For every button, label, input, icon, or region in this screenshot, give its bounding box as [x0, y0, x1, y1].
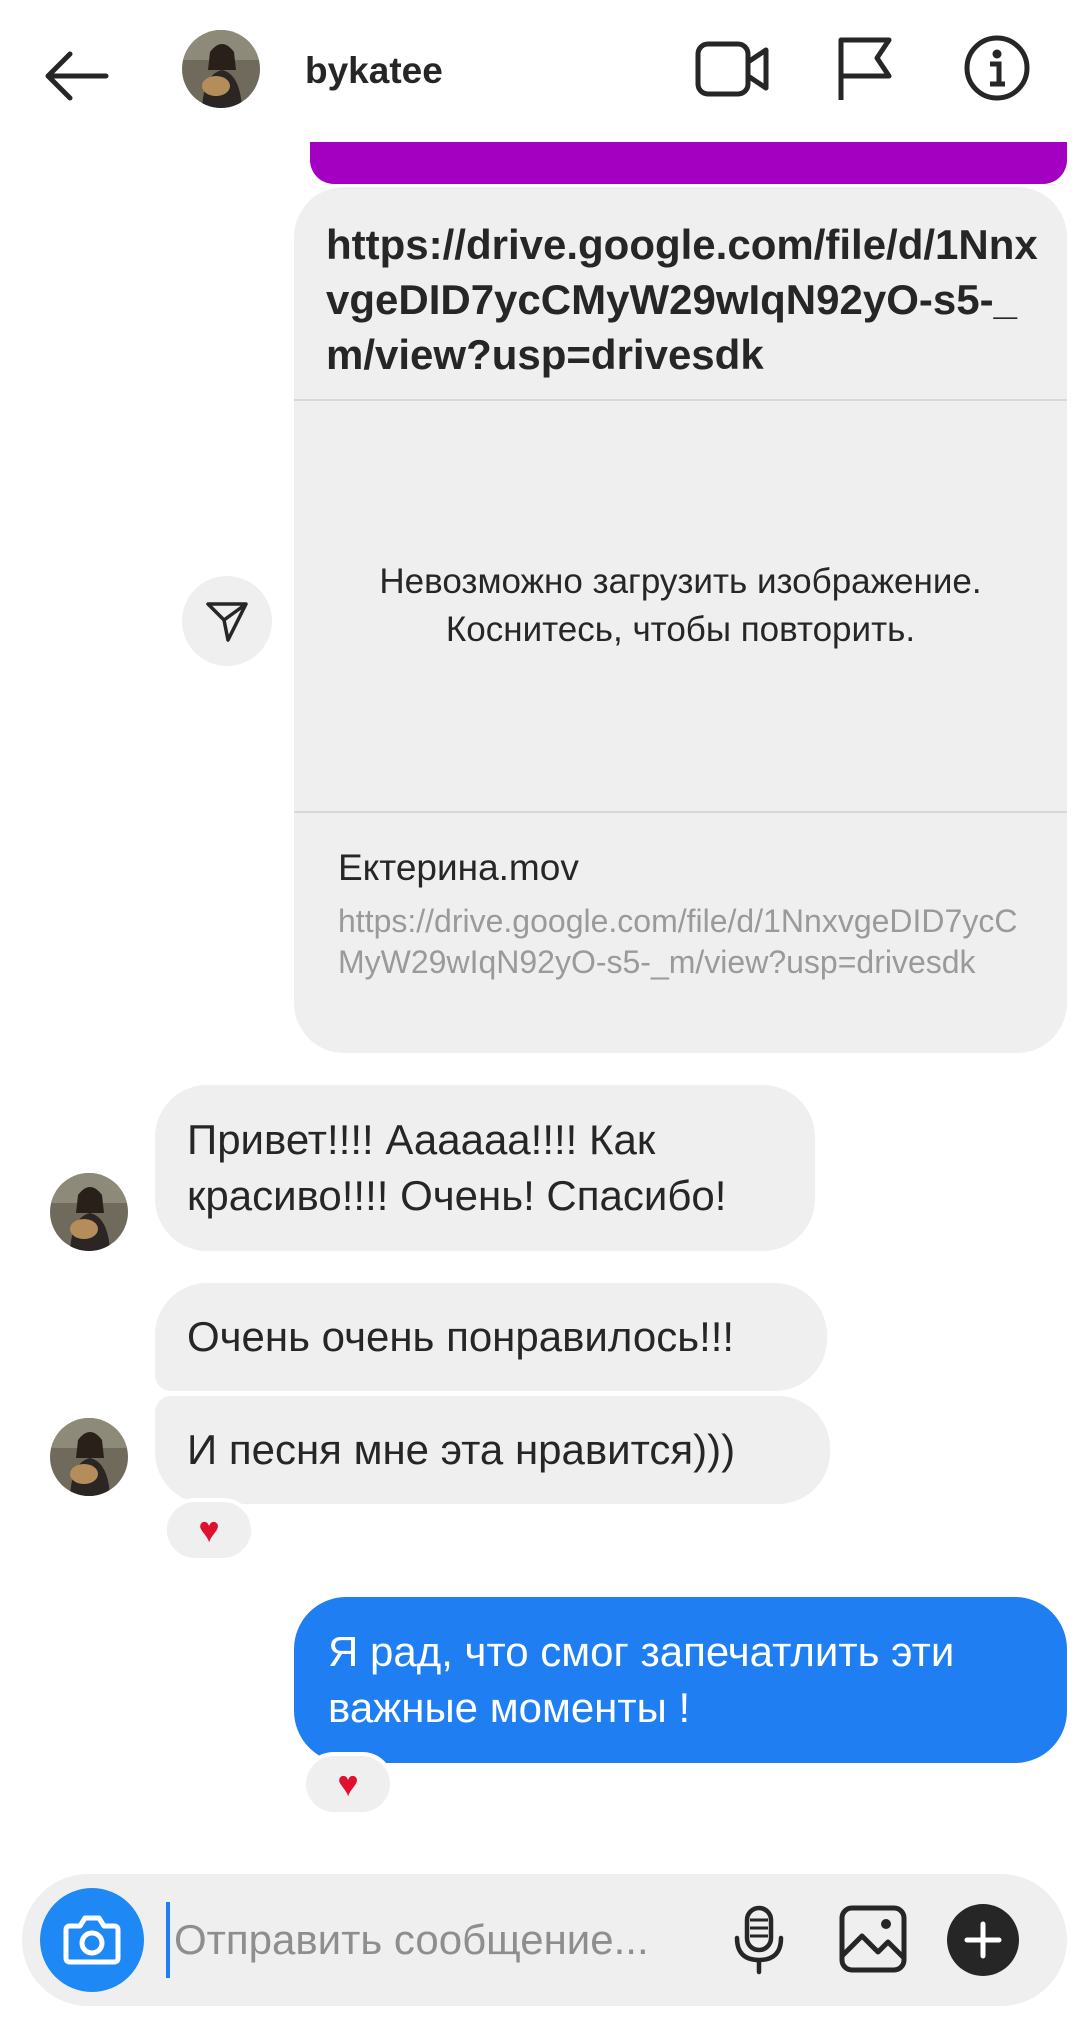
profile-avatar[interactable]	[182, 30, 260, 108]
microphone-icon[interactable]	[728, 1904, 790, 1976]
link-preview-card[interactable]: https://drive.google.com/file/d/1NnxvgeD…	[294, 187, 1067, 1053]
message-text: Я рад, что смог запечатлить эти важные м…	[328, 1628, 955, 1731]
heart-icon: ♥	[198, 1509, 220, 1550]
back-arrow-icon[interactable]	[40, 44, 112, 108]
plus-button[interactable]	[947, 1904, 1019, 1976]
video-camera-icon[interactable]	[695, 38, 769, 100]
file-url: https://drive.google.com/file/d/1NnxvgeD…	[338, 903, 1018, 980]
camera-button[interactable]	[40, 1888, 144, 1992]
file-name: Ектерина.mov	[338, 847, 579, 888]
sender-avatar[interactable]	[50, 1173, 128, 1251]
message-text: Очень очень понравилось!!!	[187, 1313, 735, 1360]
paper-plane-icon	[206, 602, 248, 642]
preview-error-text: Невозможно загрузить изображение. Коснит…	[379, 562, 982, 649]
message-input[interactable]	[166, 1902, 726, 1978]
chat-header: bykatee	[0, 0, 1080, 142]
link-url-title[interactable]: https://drive.google.com/file/d/1NnxvgeD…	[326, 217, 1046, 382]
info-icon[interactable]	[963, 34, 1031, 102]
heart-reaction[interactable]: ♥	[163, 1498, 255, 1562]
sender-avatar[interactable]	[50, 1418, 128, 1496]
plus-icon	[964, 1921, 1002, 1959]
share-button[interactable]	[182, 576, 272, 666]
flag-icon[interactable]	[835, 36, 895, 102]
received-message-bubble[interactable]: И песня мне эта нравится)))	[155, 1396, 830, 1504]
received-message-bubble[interactable]: Очень очень понравилось!!!	[155, 1283, 827, 1391]
image-icon[interactable]	[838, 1904, 908, 1974]
heart-reaction[interactable]: ♥	[302, 1752, 394, 1816]
message-text: И песня мне эта нравится)))	[187, 1426, 736, 1473]
message-composer	[22, 1874, 1067, 2006]
sent-message-bubble[interactable]: Я рад, что смог запечатлить эти важные м…	[294, 1597, 1067, 1763]
chat-username[interactable]: bykatee	[305, 50, 443, 92]
received-message-bubble[interactable]: Привет!!!! Аааааа!!!! Как красиво!!!! Оч…	[155, 1085, 815, 1251]
heart-icon: ♥	[337, 1763, 359, 1804]
camera-icon	[63, 1915, 121, 1965]
preview-error-area[interactable]: Невозможно загрузить изображение. Коснит…	[294, 399, 1067, 813]
message-text: Привет!!!! Аааааа!!!! Как красиво!!!! Оч…	[187, 1116, 727, 1219]
